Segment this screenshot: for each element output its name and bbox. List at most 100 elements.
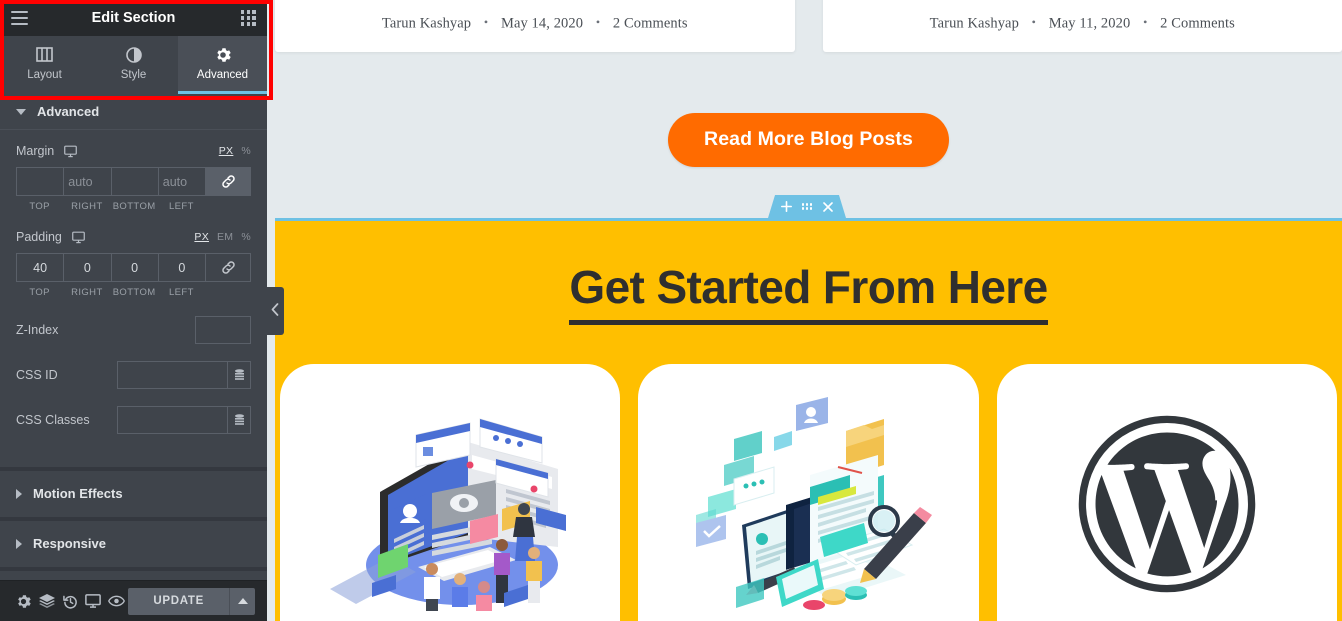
desktop-monitor-icon[interactable]	[64, 145, 78, 158]
preview-eye-icon[interactable]	[105, 581, 128, 621]
margin-control: Margin PX % auto auto TOP RIGHT BOTTOM L…	[16, 144, 251, 212]
hamburger-menu-icon[interactable]	[11, 10, 28, 26]
post-date: May 11, 2020	[1048, 15, 1131, 31]
margin-link-values-button[interactable]	[205, 167, 251, 196]
margin-top-input[interactable]	[16, 167, 64, 196]
tab-label: Style	[120, 69, 147, 81]
panel-header: Edit Section	[0, 0, 267, 36]
wordpress-logo-icon	[1078, 415, 1256, 593]
meta-separator: •	[595, 14, 601, 29]
padding-control: Padding PX EM % 40 0 0 0 TOP RIGHT BOTTO…	[16, 230, 251, 298]
padding-left-input[interactable]	[157, 253, 205, 282]
side-label-top: TOP	[29, 201, 50, 212]
tab-layout[interactable]: Layout	[0, 36, 89, 94]
update-button[interactable]: UPDATE	[128, 587, 229, 615]
css-id-control: CSS ID	[16, 361, 251, 389]
z-index-label: Z-Index	[16, 323, 59, 337]
padding-link-values-button[interactable]	[205, 253, 251, 282]
database-stack-icon[interactable]	[227, 361, 251, 389]
meta-separator: •	[1143, 14, 1148, 29]
navigator-layers-icon[interactable]	[35, 581, 58, 621]
css-classes-input[interactable]	[117, 406, 227, 434]
padding-right-input[interactable]	[63, 253, 111, 282]
section-handle-toolbar[interactable]	[768, 195, 846, 218]
caret-right-icon	[16, 538, 22, 549]
unit-percent[interactable]: %	[241, 231, 251, 243]
unit-percent[interactable]: %	[241, 145, 251, 157]
update-button-group: UPDATE	[128, 587, 255, 615]
z-index-input[interactable]	[195, 316, 251, 344]
section-heading-wrap: Get Started From Here	[275, 261, 1342, 325]
panel-collapse-toggle[interactable]	[266, 287, 284, 335]
drag-dots-icon[interactable]	[800, 200, 814, 214]
padding-bottom-input[interactable]	[110, 253, 158, 282]
post-date: May 14, 2020	[500, 15, 584, 31]
content-writing-laptop-illustration	[678, 396, 938, 612]
settings-gear-icon[interactable]	[12, 581, 35, 621]
post-author: Tarun Kashyap	[929, 15, 1019, 31]
padding-header: Padding PX EM %	[16, 230, 251, 244]
gear-icon	[215, 46, 231, 63]
unit-px[interactable]: PX	[219, 145, 234, 157]
motion-effects-section[interactable]: Motion Effects	[0, 466, 267, 517]
css-id-input[interactable]	[117, 361, 227, 389]
contrast-circle-icon	[125, 46, 142, 63]
plus-icon[interactable]	[779, 200, 793, 214]
margin-right-input[interactable]	[63, 167, 111, 196]
read-more-blog-posts-button[interactable]: Read More Blog Posts	[668, 113, 949, 167]
tab-label: Advanced	[196, 69, 249, 81]
blog-post-card[interactable]: Tarun Kashyap • May 14, 2020 • 2 Comment…	[275, 0, 795, 52]
tab-advanced[interactable]: Advanced	[178, 36, 267, 94]
editor-screen: Tarun Kashyap • May 14, 2020 • 2 Comment…	[0, 0, 1342, 621]
feature-card[interactable]	[638, 364, 979, 621]
side-label-top: TOP	[29, 287, 50, 298]
grid-apps-icon[interactable]	[240, 10, 256, 26]
css-classes-label: CSS Classes	[16, 413, 90, 427]
padding-side-labels: TOP RIGHT BOTTOM LEFT	[16, 287, 251, 298]
unit-px[interactable]: PX	[194, 231, 209, 243]
desktop-monitor-icon[interactable]	[72, 231, 85, 244]
side-label-right: RIGHT	[71, 287, 103, 298]
feature-card[interactable]	[996, 364, 1337, 621]
tab-label: Layout	[27, 69, 62, 81]
post-comments: 2 Comments	[612, 15, 688, 31]
get-started-section[interactable]: Get Started From Here	[275, 218, 1342, 621]
database-stack-icon[interactable]	[227, 406, 251, 434]
social-media-desktop-illustration	[320, 397, 580, 612]
advanced-section-header[interactable]: Advanced	[0, 94, 267, 130]
read-more-row: Read More Blog Posts	[275, 112, 1342, 168]
tab-style[interactable]: Style	[89, 36, 178, 94]
label-spacer	[205, 287, 251, 298]
side-label-bottom: BOTTOM	[112, 201, 156, 212]
css-classes-control: CSS Classes	[16, 406, 251, 434]
z-index-control: Z-Index	[16, 316, 251, 344]
blog-post-card[interactable]: Tarun Kashyap • May 11, 2020 • 2 Comment…	[822, 0, 1342, 52]
side-label-bottom: BOTTOM	[112, 287, 156, 298]
caret-right-icon	[16, 488, 22, 499]
margin-bottom-input[interactable]	[110, 167, 158, 196]
feature-card[interactable]	[280, 364, 621, 621]
responsive-mode-icon[interactable]	[82, 581, 105, 621]
panel-controls: Margin PX % auto auto TOP RIGHT BOTTOM L…	[0, 130, 267, 467]
responsive-section[interactable]: Responsive	[0, 516, 267, 567]
caret-down-icon	[16, 108, 26, 115]
post-comments: 2 Comments	[1160, 15, 1235, 31]
panel-footer: UPDATE	[0, 580, 267, 621]
unit-em[interactable]: EM	[217, 231, 233, 243]
margin-left-input[interactable]	[157, 167, 205, 196]
padding-label: Padding	[16, 230, 62, 244]
chevron-up-icon[interactable]	[229, 587, 255, 615]
meta-separator: •	[1031, 14, 1036, 29]
panel-title: Edit Section	[91, 10, 176, 26]
history-revisions-icon[interactable]	[59, 581, 82, 621]
post-meta: Tarun Kashyap • May 11, 2020 • 2 Comment…	[930, 15, 1235, 33]
margin-header: Margin PX %	[16, 144, 251, 158]
side-label-left: LEFT	[168, 287, 194, 298]
label-spacer	[205, 201, 251, 212]
margin-side-labels: TOP RIGHT BOTTOM LEFT	[16, 201, 251, 212]
margin-label: Margin	[16, 144, 55, 158]
section-title: Motion Effects	[33, 486, 123, 501]
padding-top-input[interactable]	[16, 253, 64, 282]
section-title: Responsive	[33, 536, 106, 551]
close-x-icon[interactable]	[821, 200, 835, 214]
